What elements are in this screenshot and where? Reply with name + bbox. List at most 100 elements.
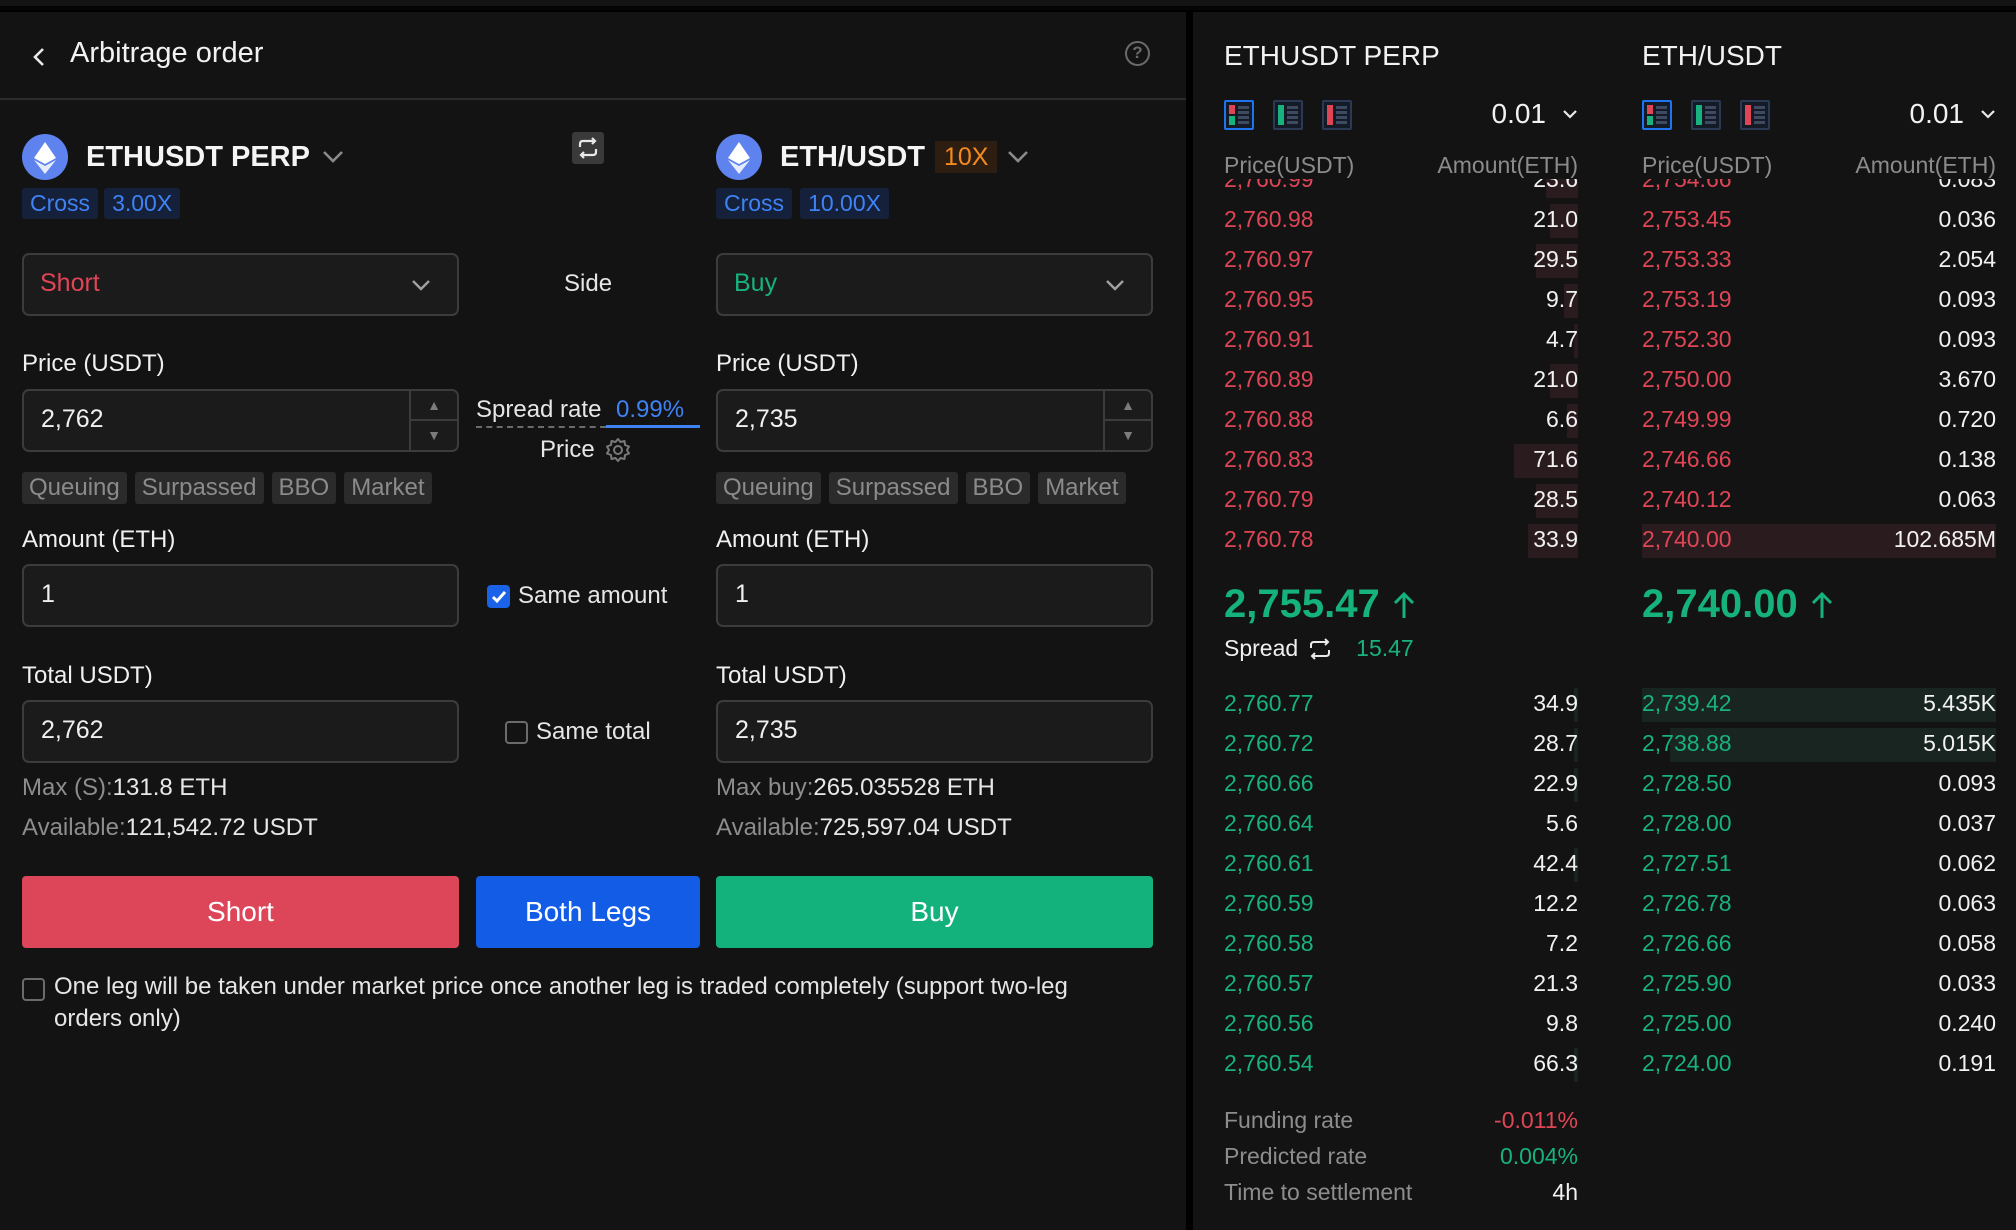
bid-row[interactable]: 2,725.00 0.240 (1642, 1006, 1996, 1044)
orderbook-eth-usdt: ETH/USDT 0.01 Price(USDT) Amount(ETH) 2,… (1642, 12, 1996, 1230)
ask-row[interactable]: 2,760.78 33.9 (1224, 522, 1578, 560)
order-type-tags-leg2: Queuing Surpassed BBO Market (716, 472, 1126, 504)
order-type-market[interactable]: Market (1038, 472, 1126, 504)
amount-input-leg2[interactable]: 1 (716, 564, 1153, 627)
side-value: Short (40, 269, 100, 297)
bid-row[interactable]: 2,760.54 66.3 (1224, 1046, 1578, 1084)
layout-both-sides-icon[interactable] (1642, 100, 1672, 130)
order-type-queuing[interactable]: Queuing (22, 472, 127, 504)
bid-row[interactable]: 2,726.78 0.063 (1642, 886, 1996, 924)
bid-row[interactable]: 2,728.00 0.037 (1642, 806, 1996, 844)
row-price: 2,728.00 (1642, 810, 1732, 836)
ask-row[interactable]: 2,760.99 23.6 (1224, 179, 1578, 200)
row-price: 2,760.83 (1224, 446, 1314, 472)
ask-row[interactable]: 2,746.66 0.138 (1642, 442, 1996, 480)
same-total-checkbox[interactable]: Same total (505, 718, 651, 746)
bid-row[interactable]: 2,738.88 5.015K (1642, 726, 1996, 764)
precision-select[interactable]: 0.01 (1492, 98, 1579, 130)
short-button[interactable]: Short (22, 876, 459, 948)
symbol-selector-leg1[interactable]: ETHUSDT PERP (86, 134, 344, 180)
question-circle-icon[interactable]: ? (1125, 41, 1150, 66)
ask-row[interactable]: 2,760.95 9.7 (1224, 282, 1578, 320)
order-type-queuing[interactable]: Queuing (716, 472, 821, 504)
total-label-leg2: Total USDT) (716, 662, 847, 689)
checkbox-unchecked-icon[interactable] (505, 720, 528, 744)
decrement-arrow-icon[interactable]: ▼ (1105, 421, 1151, 451)
total-input-leg1[interactable]: 2,762 (22, 700, 459, 763)
margin-mode-tag[interactable]: Cross (22, 188, 99, 219)
layout-asks-only-icon[interactable] (1322, 100, 1352, 130)
order-type-surpassed[interactable]: Surpassed (828, 472, 958, 504)
bid-row[interactable]: 2,727.51 0.062 (1642, 846, 1996, 884)
bid-row[interactable]: 2,760.72 28.7 (1224, 726, 1578, 764)
price-input-leg2[interactable]: 2,735 ▲ ▼ (716, 389, 1153, 452)
same-amount-checkbox[interactable]: Same amount (487, 582, 667, 610)
bid-row[interactable]: 2,760.57 21.3 (1224, 966, 1578, 1004)
increment-arrow-icon[interactable]: ▲ (1105, 391, 1151, 421)
row-amount: 0.191 (1938, 1050, 1996, 1076)
ask-row[interactable]: 2,760.89 21.0 (1224, 362, 1578, 400)
layout-asks-only-icon[interactable] (1740, 100, 1770, 130)
market-fill-checkbox[interactable] (22, 978, 45, 1001)
ask-row[interactable]: 2,760.83 71.6 (1224, 442, 1578, 480)
precision-select[interactable]: 0.01 (1910, 98, 1997, 130)
ask-row[interactable]: 2,760.79 28.5 (1224, 482, 1578, 520)
symbol-selector-leg2[interactable]: ETH/USDT 10X (780, 134, 1029, 180)
side-select-leg2[interactable]: Buy (716, 253, 1153, 316)
leverage-tag[interactable]: 10.00X (800, 188, 889, 219)
margin-mode-tag[interactable]: Cross (716, 188, 793, 219)
row-amount: 0.720 (1938, 406, 1996, 432)
layout-bids-only-icon[interactable] (1273, 100, 1303, 130)
layout-both-sides-icon[interactable] (1224, 100, 1254, 130)
layout-bids-only-icon[interactable] (1691, 100, 1721, 130)
ask-row[interactable]: 2,760.97 29.5 (1224, 242, 1578, 280)
leverage-tag[interactable]: 3.00X (104, 188, 181, 219)
both-legs-button[interactable]: Both Legs (476, 876, 700, 948)
bid-row[interactable]: 2,760.61 42.4 (1224, 846, 1578, 884)
bid-row[interactable]: 2,726.66 0.058 (1642, 926, 1996, 964)
side-select-leg1[interactable]: Short (22, 253, 459, 316)
ask-row[interactable]: 2,749.99 0.720 (1642, 402, 1996, 440)
amount-input-leg1[interactable]: 1 (22, 564, 459, 627)
ask-row[interactable]: 2,750.00 3.670 (1642, 362, 1996, 400)
swap-icon[interactable] (1308, 637, 1332, 660)
swap-legs-button[interactable] (572, 132, 604, 164)
order-type-market[interactable]: Market (344, 472, 432, 504)
price-input-leg1[interactable]: 2,762 ▲ ▼ (22, 389, 459, 452)
ask-row[interactable]: 2,760.88 6.6 (1224, 402, 1578, 440)
price-stepper[interactable]: ▲ ▼ (409, 391, 457, 450)
bid-row[interactable]: 2,724.00 0.191 (1642, 1046, 1996, 1084)
bid-row[interactable]: 2,739.42 5.435K (1642, 686, 1996, 724)
spread-rate-display[interactable]: Spread rate 0.99% (476, 396, 700, 428)
ask-row[interactable]: 2,754.66 0.083 (1642, 179, 1996, 200)
buy-button[interactable]: Buy (716, 876, 1153, 948)
order-type-surpassed[interactable]: Surpassed (134, 472, 264, 504)
bid-row[interactable]: 2,728.50 0.093 (1642, 766, 1996, 804)
ask-row[interactable]: 2,760.98 21.0 (1224, 202, 1578, 240)
ask-row[interactable]: 2,753.19 0.093 (1642, 282, 1996, 320)
back-button[interactable] (28, 42, 52, 72)
decrement-arrow-icon[interactable]: ▼ (411, 421, 457, 451)
bid-row[interactable]: 2,760.58 7.2 (1224, 926, 1578, 964)
ask-row[interactable]: 2,753.45 0.036 (1642, 202, 1996, 240)
bid-row[interactable]: 2,725.90 0.033 (1642, 966, 1996, 1004)
increment-arrow-icon[interactable]: ▲ (411, 391, 457, 421)
bid-row[interactable]: 2,760.59 12.2 (1224, 886, 1578, 924)
bid-row[interactable]: 2,760.77 34.9 (1224, 686, 1578, 724)
ask-row[interactable]: 2,753.33 2.054 (1642, 242, 1996, 280)
ask-row[interactable]: 2,740.12 0.063 (1642, 482, 1996, 520)
row-amount: 0.093 (1938, 286, 1996, 312)
total-input-leg2[interactable]: 2,735 (716, 700, 1153, 763)
price-stepper[interactable]: ▲ ▼ (1103, 391, 1151, 450)
bid-row[interactable]: 2,760.64 5.6 (1224, 806, 1578, 844)
ask-row[interactable]: 2,740.00 102.685M (1642, 522, 1996, 560)
bid-row[interactable]: 2,760.66 22.9 (1224, 766, 1578, 804)
ask-row[interactable]: 2,752.30 0.093 (1642, 322, 1996, 360)
order-type-bbo[interactable]: BBO (965, 472, 1031, 504)
ask-row[interactable]: 2,760.91 4.7 (1224, 322, 1578, 360)
price-settings[interactable]: Price (540, 436, 631, 464)
row-amount: 0.037 (1938, 810, 1996, 836)
checkbox-checked-icon[interactable] (487, 584, 510, 608)
bid-row[interactable]: 2,760.56 9.8 (1224, 1006, 1578, 1044)
order-type-bbo[interactable]: BBO (271, 472, 337, 504)
